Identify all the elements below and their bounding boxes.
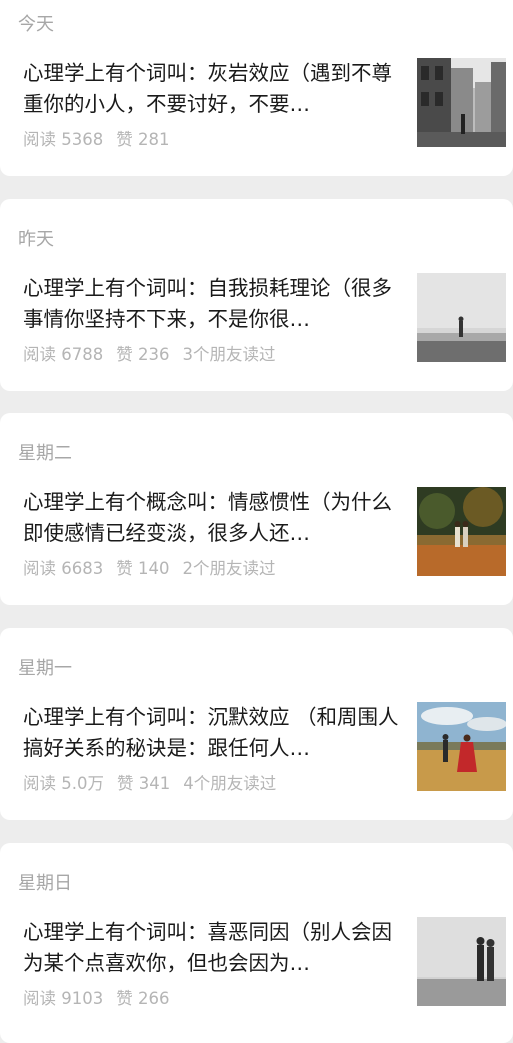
article-stats: 阅读 5368 赞 281 xyxy=(23,126,196,150)
date-label: 星期二 xyxy=(18,443,72,464)
read-count: 阅读 6683 xyxy=(23,559,104,578)
read-count: 阅读 5.0万 xyxy=(23,774,104,793)
article-card[interactable]: 今天 心理学上有个词叫：灰岩效应（遇到不尊重你的小人，不要讨好，不要… 阅读 5… xyxy=(0,0,513,176)
like-count: 赞 266 xyxy=(116,989,170,1008)
couple-autumn-photo-icon[interactable] xyxy=(417,487,506,576)
article-title[interactable]: 心理学上有个词叫：喜恶同因（别人会因为某个点喜欢你，但也会因为… xyxy=(23,917,401,979)
read-count: 阅读 5368 xyxy=(23,130,104,149)
article-card[interactable]: 星期二 心理学上有个概念叫：情感惯性（为什么即使感情已经变淡，很多人还… 阅读 … xyxy=(0,413,513,605)
article-title[interactable]: 心理学上有个词叫：沉默效应 （和周围人搞好关系的秘诀是：跟任何人… xyxy=(23,702,401,764)
article-title[interactable]: 心理学上有个词叫：灰岩效应（遇到不尊重你的小人，不要讨好，不要… xyxy=(23,58,401,120)
friends-read: 2个朋友读过 xyxy=(182,559,276,578)
foggy-figure-photo-icon[interactable] xyxy=(417,273,506,362)
article-card[interactable]: 昨天 心理学上有个词叫：自我损耗理论（很多事情你坚持不下来，不是你很… 阅读 6… xyxy=(0,199,513,391)
friends-read: 4个朋友读过 xyxy=(183,774,277,793)
date-label: 昨天 xyxy=(18,229,54,250)
couple-field-photo-icon[interactable] xyxy=(417,702,506,791)
article-title[interactable]: 心理学上有个词叫：自我损耗理论（很多事情你坚持不下来，不是你很… xyxy=(23,273,401,335)
article-stats: 阅读 5.0万赞 341 4个朋友读过 xyxy=(23,770,289,794)
like-count: 赞 236 xyxy=(116,345,170,364)
article-stats: 阅读 9103 赞 266 xyxy=(23,985,196,1009)
article-title[interactable]: 心理学上有个概念叫：情感惯性（为什么即使感情已经变淡，很多人还… xyxy=(23,487,401,549)
street-photo-icon[interactable] xyxy=(417,58,506,147)
date-label: 今天 xyxy=(18,14,54,35)
article-card[interactable]: 星期一 心理学上有个词叫：沉默效应 （和周围人搞好关系的秘诀是：跟任何人… 阅读… xyxy=(0,628,513,820)
read-count: 阅读 6788 xyxy=(23,345,104,364)
like-count: 赞 140 xyxy=(116,559,170,578)
date-label: 星期日 xyxy=(18,873,72,894)
like-count: 赞 341 xyxy=(117,774,171,793)
like-count: 赞 281 xyxy=(116,130,170,149)
friends-read: 3个朋友读过 xyxy=(182,345,276,364)
article-stats: 阅读 6683 赞 140 2个朋友读过 xyxy=(23,555,289,579)
read-count: 阅读 9103 xyxy=(23,989,104,1008)
article-stats: 阅读 6788 赞 236 3个朋友读过 xyxy=(23,341,289,365)
article-card[interactable]: 星期日 心理学上有个词叫：喜恶同因（别人会因为某个点喜欢你，但也会因为… 阅读 … xyxy=(0,843,513,1043)
couple-mist-photo-icon[interactable] xyxy=(417,917,506,1006)
date-label: 星期一 xyxy=(18,658,72,679)
